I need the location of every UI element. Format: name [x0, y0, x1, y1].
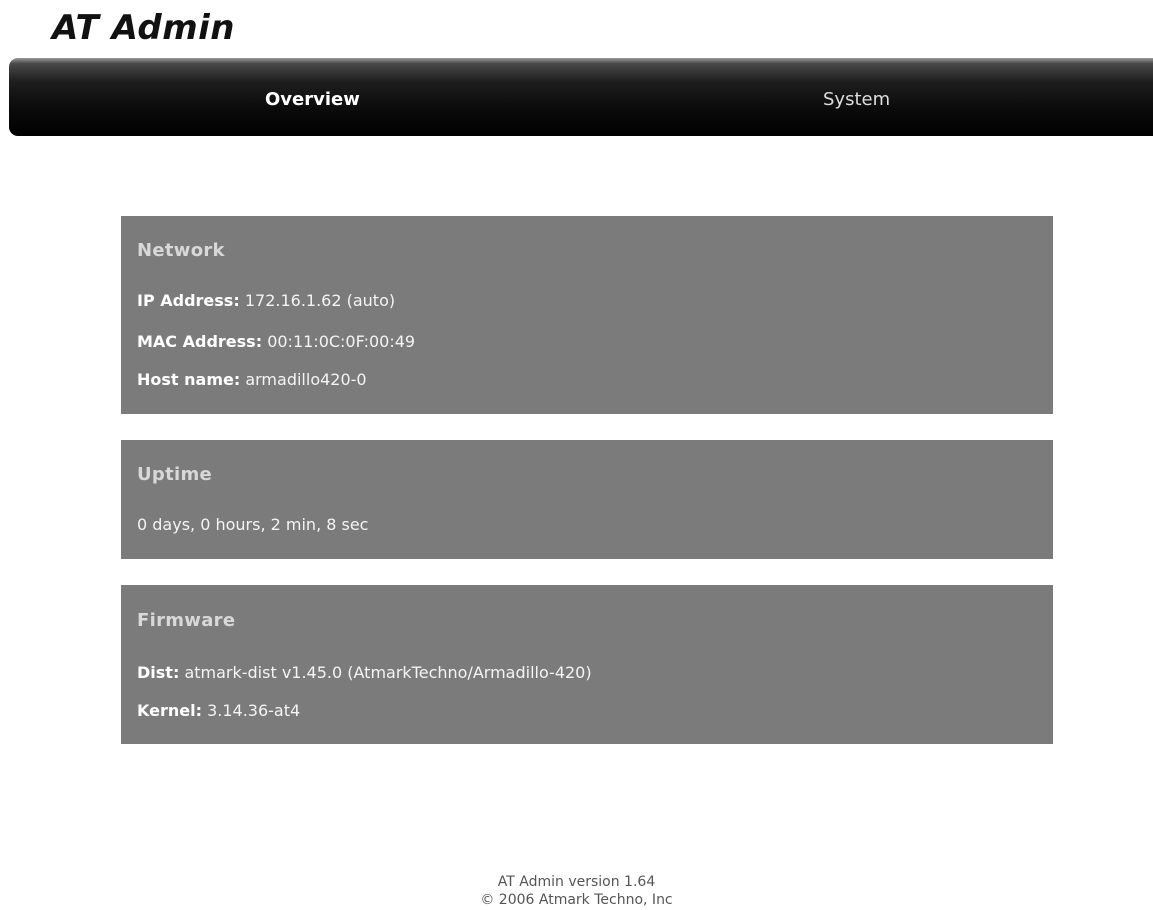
nav-bar: Overview System — [9, 58, 1153, 136]
host-name-row: Host name: armadillo420-0 — [137, 370, 367, 389]
host-name-value: armadillo420-0 — [245, 370, 367, 389]
footer-copyright: © 2006 Atmark Techno, Inc — [480, 892, 673, 908]
dist-label: Dist: — [137, 663, 180, 682]
firmware-panel: Firmware Dist: atmark-dist v1.45.0 (Atma… — [121, 585, 1053, 744]
dist-row: Dist: atmark-dist v1.45.0 (AtmarkTechno/… — [137, 663, 592, 682]
host-name-label: Host name: — [137, 370, 241, 389]
dist-value: atmark-dist v1.45.0 (AtmarkTechno/Armadi… — [184, 663, 592, 682]
kernel-label: Kernel: — [137, 701, 202, 720]
app-title: AT Admin — [52, 8, 235, 48]
ip-address-row: IP Address: 172.16.1.62 (auto) — [137, 291, 395, 310]
network-panel: Network IP Address: 172.16.1.62 (auto) M… — [121, 216, 1053, 414]
mac-address-row: MAC Address: 00:11:0C:0F:00:49 — [137, 332, 415, 351]
kernel-row: Kernel: 3.14.36-at4 — [137, 701, 300, 720]
uptime-value: 0 days, 0 hours, 2 min, 8 sec — [137, 515, 369, 534]
kernel-value: 3.14.36-at4 — [207, 701, 301, 720]
tab-overview[interactable]: Overview — [265, 58, 360, 136]
network-heading: Network — [137, 240, 225, 261]
mac-address-label: MAC Address: — [137, 332, 263, 351]
tab-system[interactable]: System — [823, 58, 890, 136]
uptime-panel: Uptime 0 days, 0 hours, 2 min, 8 sec — [121, 440, 1053, 559]
ip-address-label: IP Address: — [137, 291, 240, 310]
mac-address-value: 00:11:0C:0F:00:49 — [267, 332, 416, 351]
uptime-heading: Uptime — [137, 464, 213, 485]
footer-version: AT Admin version 1.64 — [497, 874, 656, 890]
firmware-heading: Firmware — [137, 610, 236, 631]
ip-address-value: 172.16.1.62 (auto) — [244, 291, 396, 310]
